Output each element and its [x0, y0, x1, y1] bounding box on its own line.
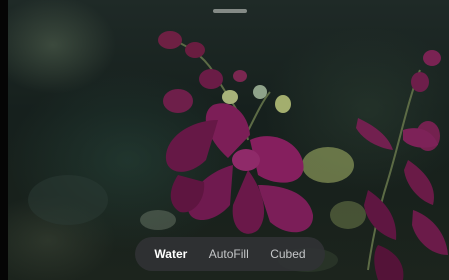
bud [185, 42, 205, 58]
bud [163, 89, 193, 113]
bud [411, 72, 429, 92]
bokeh-grey [140, 210, 176, 230]
style-option-cubed[interactable]: Cubed [264, 243, 311, 265]
bokeh-yellow-2 [330, 201, 366, 229]
orchid-flower-main [165, 103, 314, 234]
bud [199, 69, 223, 89]
bokeh-yellow [302, 147, 354, 183]
wallpaper-style-selector: Water AutoFill Cubed [135, 237, 325, 271]
bud-green [253, 85, 267, 99]
wallpaper-picker-screen: Water AutoFill Cubed [0, 0, 449, 280]
bud [158, 31, 182, 49]
bud-green [275, 95, 291, 113]
bud-green [222, 90, 238, 104]
screen-edge [0, 0, 8, 280]
drag-handle[interactable] [213, 9, 247, 13]
bud [423, 50, 441, 66]
foliage [28, 175, 108, 225]
bud [233, 70, 247, 82]
style-option-autofill[interactable]: AutoFill [203, 243, 255, 265]
style-option-water[interactable]: Water [148, 243, 193, 265]
